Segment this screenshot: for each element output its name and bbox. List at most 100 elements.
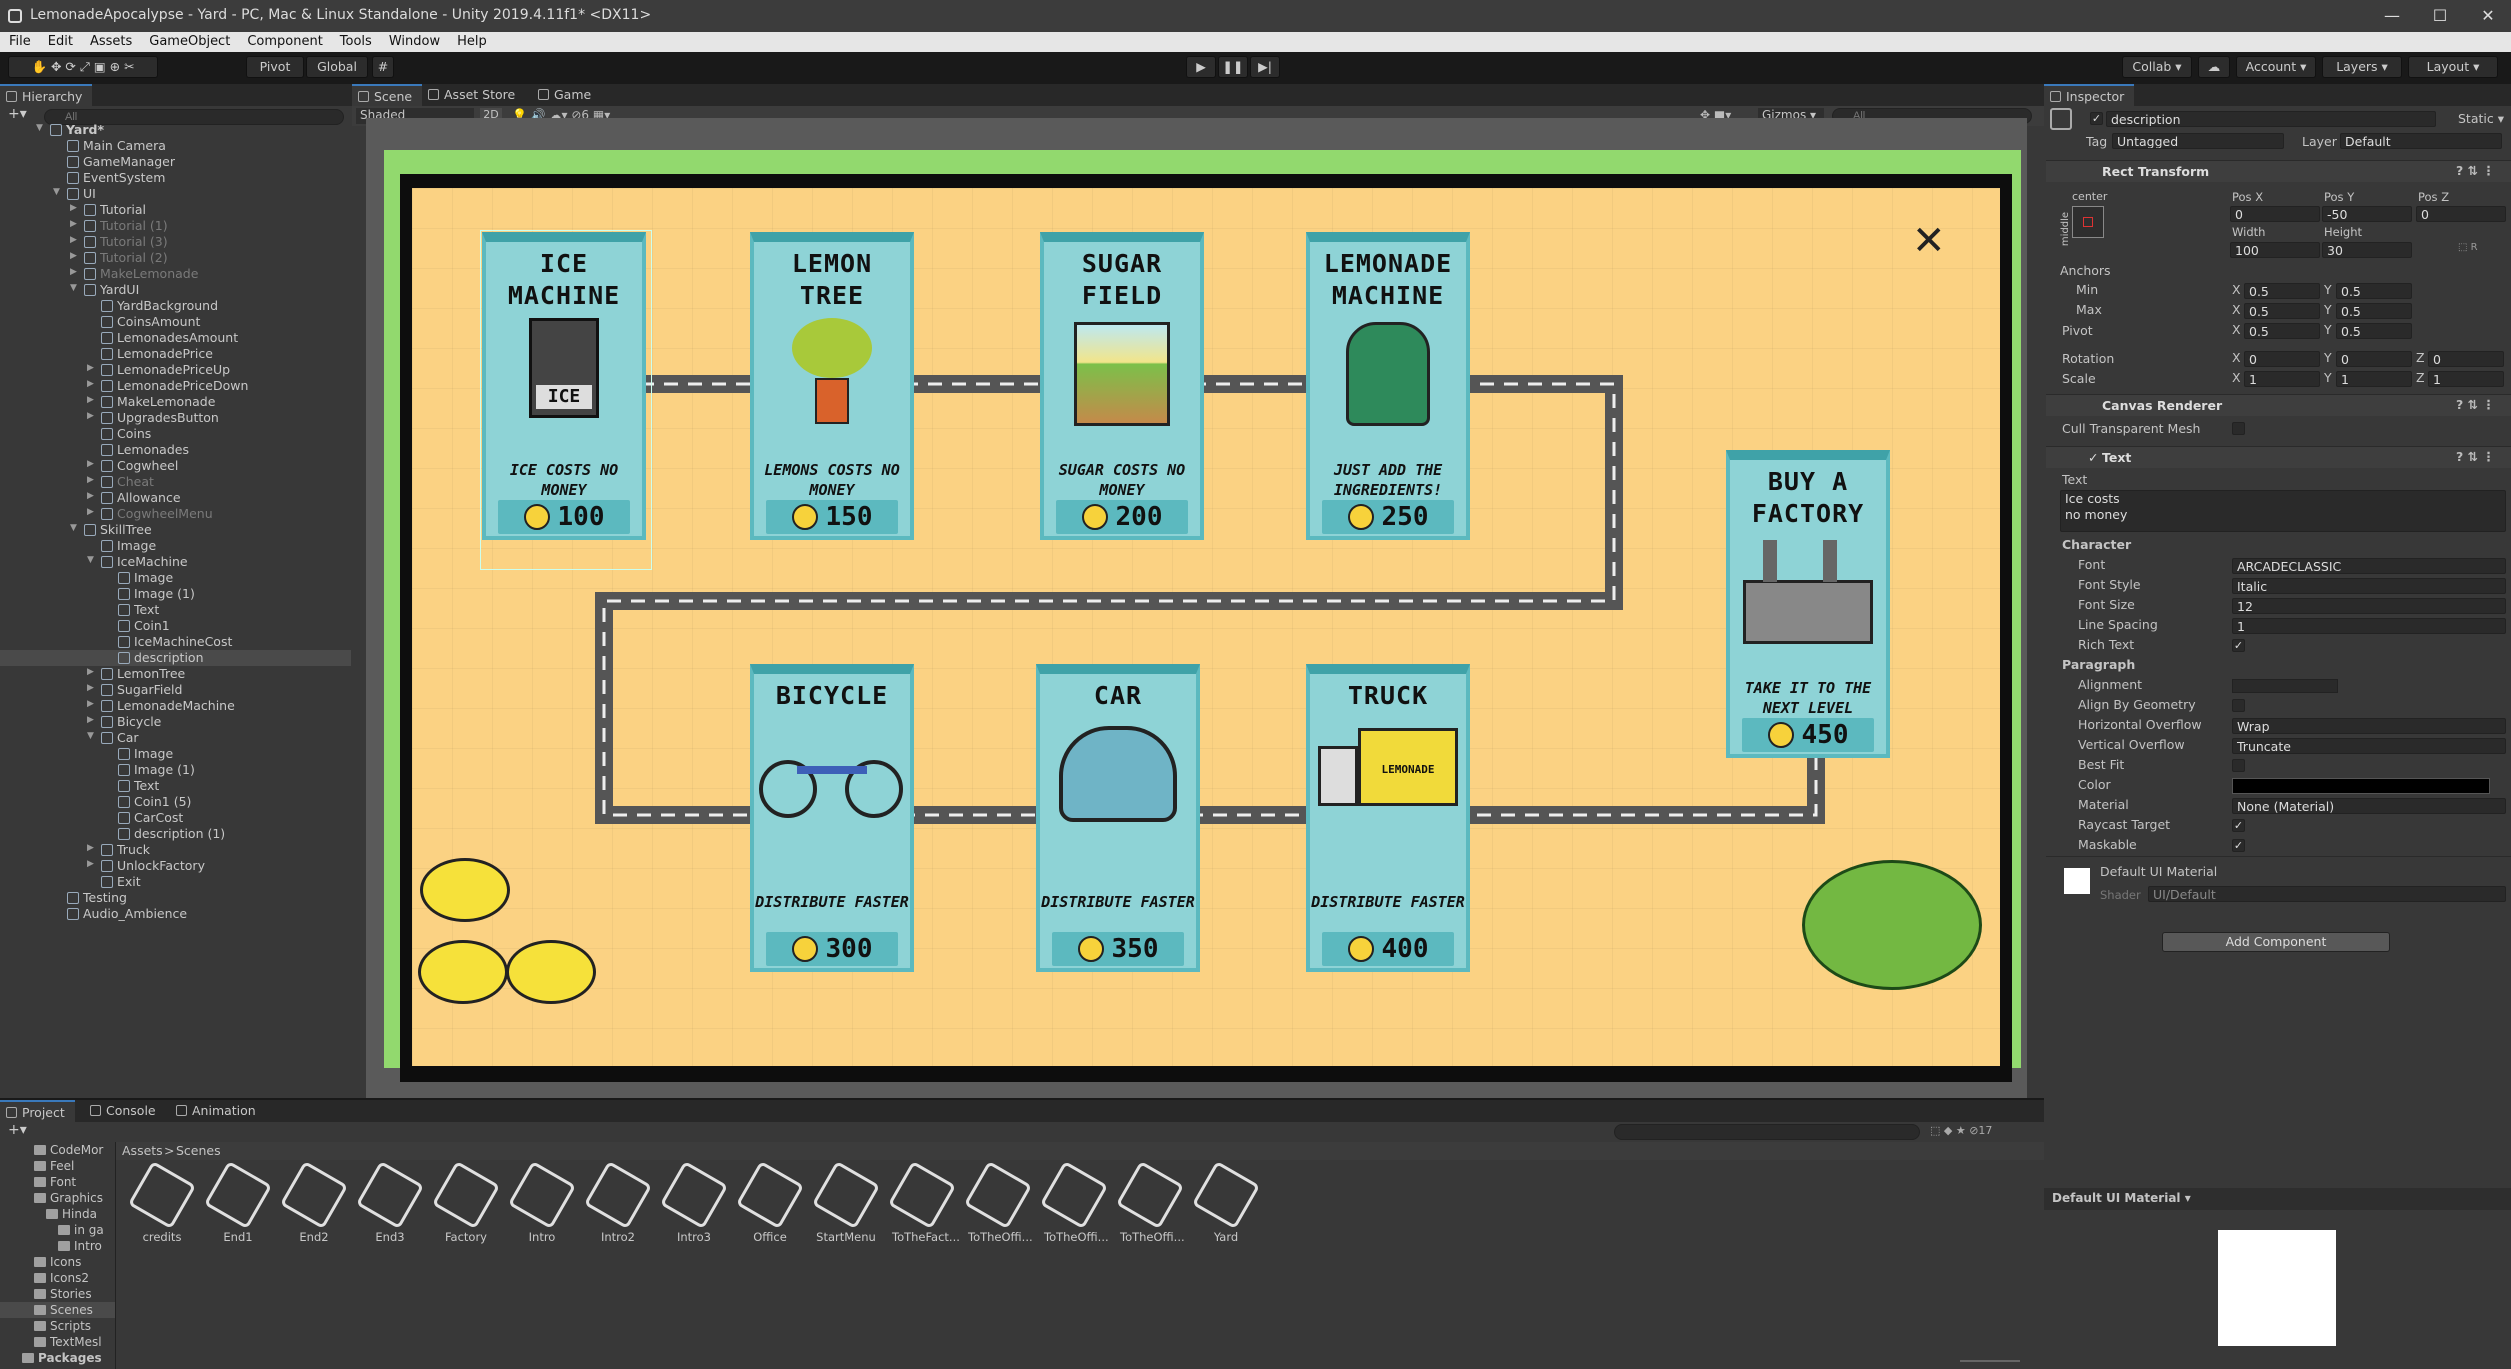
card-truck[interactable]: TRUCK LEMONADE DISTRIBUTE FASTER 400 (1306, 664, 1470, 972)
scene-asset[interactable]: Intro (507, 1160, 577, 1244)
tab-scene[interactable]: Scene (352, 84, 423, 106)
hierarchy-row[interactable]: ▶ Tutorial (1) (0, 218, 351, 234)
expand-arrow-icon[interactable]: ▶ (70, 235, 77, 245)
property-checkbox[interactable]: ✓ (2232, 839, 2245, 852)
preview-dropdown[interactable]: Default UI Material ▾ (2052, 1191, 2191, 1205)
property-field[interactable]: Italic (2232, 578, 2506, 594)
zoom-slider[interactable] (1960, 1360, 2020, 1362)
hierarchy-row[interactable]: ▶ SugarField (0, 682, 351, 698)
expand-arrow-icon[interactable]: ▼ (70, 283, 77, 293)
expand-arrow-icon[interactable]: ▶ (87, 683, 94, 693)
expand-arrow-icon[interactable]: ▶ (70, 267, 77, 277)
hierarchy-row[interactable]: CoinsAmount (0, 314, 351, 330)
hierarchy-row[interactable]: ▶ UpgradesButton (0, 410, 351, 426)
property-field[interactable]: ARCADECLASSIC (2232, 558, 2506, 574)
hierarchy-row[interactable]: YardBackground (0, 298, 351, 314)
posy-field[interactable]: -50 (2322, 206, 2412, 222)
hierarchy-row[interactable]: ▼ UI (0, 186, 351, 202)
vector-field[interactable]: 1 (2428, 371, 2504, 387)
hierarchy-row[interactable]: IceMachineCost (0, 634, 351, 650)
project-create-button[interactable]: +▾ (8, 1122, 38, 1142)
hierarchy-row[interactable]: Image (0, 570, 351, 586)
scene-asset[interactable]: End3 (355, 1160, 425, 1244)
scene-asset[interactable]: End1 (203, 1160, 273, 1244)
property-checkbox[interactable] (2232, 759, 2245, 772)
transform-tools[interactable]: ✋ ✥ ⟳ ⤢ ▣ ⊕ ✂ (8, 56, 158, 78)
hierarchy-row[interactable]: ▼ Yard* (0, 122, 351, 138)
hierarchy-row[interactable]: ▶ MakeLemonade (0, 266, 351, 282)
maximize-icon[interactable]: ☐ (2417, 2, 2463, 30)
hierarchy-row[interactable]: ▶ CogwheelMenu (0, 506, 351, 522)
project-folder[interactable]: in ga (0, 1222, 115, 1238)
expand-arrow-icon[interactable]: ▶ (87, 715, 94, 725)
vector-field[interactable]: 0.5 (2336, 283, 2412, 299)
close-icon[interactable]: ✕ (2465, 2, 2511, 30)
layout-dropdown[interactable]: Layout ▾ (2408, 56, 2498, 78)
card-sugar-field[interactable]: SUGAR FIELD SUGAR COSTS NO MONEY 200 (1040, 232, 1204, 540)
property-field[interactable]: Truncate (2232, 738, 2506, 754)
vector-field[interactable]: 1 (2244, 371, 2320, 387)
project-folder[interactable]: Scripts (0, 1318, 115, 1334)
hierarchy-row[interactable]: Text (0, 778, 351, 794)
expand-arrow-icon[interactable]: ▶ (70, 219, 77, 229)
project-folder[interactable]: Hinda (0, 1206, 115, 1222)
breadcrumb-assets[interactable]: Assets (122, 1143, 163, 1158)
tab-asset-store[interactable]: Asset Store (422, 84, 525, 106)
hierarchy-row[interactable]: ▶ Tutorial (2) (0, 250, 351, 266)
vector-field[interactable]: 0 (2244, 351, 2320, 367)
hierarchy-row[interactable]: Coin1 (0, 618, 351, 634)
hierarchy-row[interactable]: LemonadesAmount (0, 330, 351, 346)
expand-arrow-icon[interactable]: ▶ (70, 203, 77, 213)
add-component-button[interactable]: Add Component (2162, 932, 2390, 952)
card-bicycle[interactable]: BICYCLE DISTRIBUTE FASTER 300 (750, 664, 914, 972)
cloud-icon[interactable]: ☁ (2198, 56, 2230, 78)
menu-edit[interactable]: Edit (39, 32, 81, 49)
tab-game[interactable]: Game (532, 84, 601, 106)
expand-arrow-icon[interactable]: ▼ (53, 187, 60, 197)
expand-arrow-icon[interactable]: ▶ (87, 843, 94, 853)
property-field[interactable]: 1 (2232, 618, 2506, 634)
active-checkbox[interactable]: ✓ (2090, 112, 2103, 125)
pause-button[interactable]: ❚❚ (1218, 56, 1248, 78)
scene-asset[interactable]: Office (735, 1160, 805, 1244)
vector-field[interactable]: 0 (2336, 351, 2412, 367)
hierarchy-row[interactable]: ▶ Allowance (0, 490, 351, 506)
vector-field[interactable]: 1 (2336, 371, 2412, 387)
canvas-renderer-header[interactable]: Canvas Renderer? ⇅ ⋮ (2046, 394, 2511, 416)
expand-arrow-icon[interactable]: ▶ (87, 667, 94, 677)
pivot-toggle[interactable]: Pivot (246, 56, 304, 78)
account-dropdown[interactable]: Account ▾ (2236, 56, 2316, 78)
project-filter-icons[interactable]: ⬚ ◆ ★ ⊘17 (1930, 1124, 2030, 1140)
layers-dropdown[interactable]: Layers ▾ (2322, 56, 2402, 78)
scene-asset[interactable]: ToTheOffi... (963, 1160, 1033, 1244)
grid-snap-icon[interactable]: # (372, 56, 394, 78)
expand-arrow-icon[interactable]: ▼ (36, 123, 43, 133)
project-folder[interactable]: Stories (0, 1286, 115, 1302)
scene-asset[interactable]: ToTheOffi... (1115, 1160, 1185, 1244)
global-toggle[interactable]: Global (306, 56, 368, 78)
color-swatch[interactable] (2232, 778, 2490, 794)
project-folder[interactable]: Scenes (0, 1302, 115, 1318)
expand-arrow-icon[interactable]: ▶ (87, 507, 94, 517)
hierarchy-row[interactable]: Testing (0, 890, 351, 906)
posz-field[interactable]: 0 (2416, 206, 2506, 222)
hierarchy-row[interactable]: ▼ IceMachine (0, 554, 351, 570)
card-buy-factory[interactable]: BUY A FACTORY TAKE IT TO THE NEXT LEVEL … (1726, 450, 1890, 758)
hierarchy-row[interactable]: Lemonades (0, 442, 351, 458)
hierarchy-row[interactable]: LemonadePrice (0, 346, 351, 362)
tab-project[interactable]: Project (0, 1100, 75, 1122)
blueprint-raw-icon[interactable]: ⬚ R (2458, 242, 2506, 258)
scene-asset[interactable]: Intro3 (659, 1160, 729, 1244)
width-field[interactable]: 100 (2230, 242, 2320, 258)
project-folder[interactable]: Packages (0, 1350, 115, 1366)
vector-field[interactable]: 0.5 (2244, 283, 2320, 299)
project-folder[interactable]: Icons2 (0, 1270, 115, 1286)
scene-asset[interactable]: Yard (1191, 1160, 1261, 1244)
hierarchy-row[interactable]: ▶ Cheat (0, 474, 351, 490)
minimize-icon[interactable]: — (2369, 2, 2415, 30)
expand-arrow-icon[interactable]: ▶ (87, 459, 94, 469)
project-folder[interactable]: Feel (0, 1158, 115, 1174)
menu-assets[interactable]: Assets (81, 32, 140, 49)
hierarchy-row[interactable]: ▶ Bicycle (0, 714, 351, 730)
menu-help[interactable]: Help (448, 32, 495, 49)
